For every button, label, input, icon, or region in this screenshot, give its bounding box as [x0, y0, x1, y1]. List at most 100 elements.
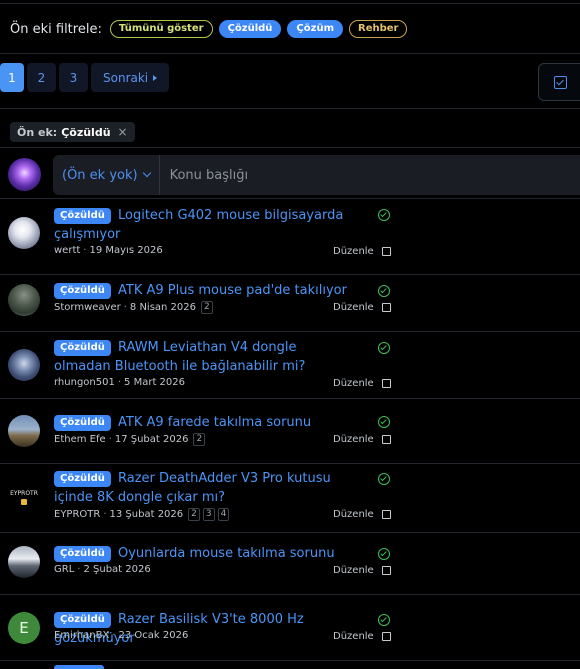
filter-chip-guide[interactable]: Rehber	[349, 20, 408, 38]
user-avatar[interactable]: E	[8, 612, 40, 644]
select-threads-button[interactable]	[538, 63, 580, 101]
thread-page-link[interactable]: 3	[202, 508, 215, 521]
filter-chip-solution[interactable]: Çözüm	[287, 20, 343, 38]
filter-chip-solved[interactable]: Çözüldü	[218, 20, 282, 38]
page-1-button[interactable]: 1	[0, 63, 24, 92]
divider	[0, 198, 580, 199]
thread-title-link[interactable]: Çözüldü Razer Basilisk V3'te 8000 Hz göz…	[54, 610, 354, 648]
divider	[0, 660, 580, 661]
current-user-avatar[interactable]	[8, 158, 41, 191]
divider	[0, 463, 580, 464]
edit-control[interactable]: Düzenle	[333, 302, 391, 313]
avatar-logo-text: EYPROTR	[10, 489, 38, 497]
thread-page-link[interactable]: 2	[193, 433, 206, 446]
thread-title-link[interactable]: Çözüldü Logitech G402 mouse bilgisayarda…	[54, 206, 354, 244]
quick-thread-composer: (Ön ek yok)	[53, 155, 580, 195]
user-avatar[interactable]	[8, 546, 40, 578]
meta-separator: ·	[123, 302, 127, 313]
thread-meta: EmirhanBX · 23 Ocak 2026	[54, 630, 188, 641]
thread-author[interactable]: GRL	[54, 564, 74, 575]
prefix-select-value: (Ön ek yok)	[62, 167, 138, 183]
thread-title-link[interactable]: Çözüldü Oyunlarda mouse takılma sorunu	[54, 544, 354, 563]
thread-date[interactable]: 17 Şubat 2026	[115, 434, 189, 445]
active-filter-value: Çözüldü	[61, 125, 111, 139]
active-filter-key: Ön ek:	[17, 125, 58, 139]
meta-separator: ·	[103, 509, 107, 520]
thread-page-link[interactable]: 2	[201, 301, 213, 314]
thread-meta: Stormweaver · 8 Nisan 2026 2	[54, 301, 213, 314]
edit-label: Düzenle	[333, 302, 374, 313]
user-avatar[interactable]	[8, 349, 40, 381]
thread-page-link[interactable]: 2	[188, 508, 200, 521]
caret-right-icon	[153, 74, 158, 81]
status-badge: Çözüldü	[54, 208, 111, 224]
crown-icon	[21, 498, 27, 505]
prefix-select[interactable]: (Ön ek yok)	[53, 155, 160, 195]
solved-check-icon	[378, 416, 390, 428]
thread-meta: GRL · 2 Şubat 2026	[54, 564, 151, 575]
select-checkbox[interactable]	[381, 303, 391, 312]
page-3-button[interactable]: 3	[59, 63, 88, 92]
divider	[0, 147, 580, 148]
select-checkbox[interactable]	[381, 632, 391, 641]
thread-date[interactable]: 19 Mayıs 2026	[89, 245, 162, 256]
thread-title-link[interactable]: Çözüldü ATK A9 Plus mouse pad'de takılıy…	[54, 281, 354, 300]
user-avatar[interactable]: EYPROTR	[8, 481, 40, 513]
thread-page-link[interactable]: 4	[217, 508, 230, 521]
select-checkbox[interactable]	[381, 247, 391, 256]
thread-author[interactable]: Ethem Efe	[54, 434, 106, 445]
user-avatar[interactable]	[8, 217, 40, 249]
solved-check-icon	[378, 285, 390, 297]
select-checkbox[interactable]	[381, 379, 391, 388]
thread-date[interactable]: 8 Nisan 2026	[130, 302, 196, 313]
edit-control[interactable]: Düzenle	[333, 631, 391, 642]
meta-separator: ·	[117, 377, 122, 388]
solved-check-icon	[378, 473, 390, 485]
solved-check-icon	[378, 209, 390, 221]
thread-author[interactable]: EmirhanBX	[54, 630, 109, 641]
thread-date[interactable]: 13 Şubat 2026	[110, 509, 184, 520]
solved-check-icon	[378, 548, 390, 560]
divider	[0, 331, 580, 332]
edit-control[interactable]: Düzenle	[333, 565, 391, 576]
status-badge: Çözüldü	[54, 283, 111, 299]
meta-separator: ·	[83, 245, 87, 256]
select-checkbox[interactable]	[381, 435, 391, 444]
thread-date[interactable]: 2 Şubat 2026	[83, 564, 150, 575]
edit-control[interactable]: Düzenle	[333, 246, 391, 257]
next-page-label: Sonraki	[103, 70, 149, 85]
thread-author[interactable]: Stormweaver	[54, 302, 121, 313]
meta-separator: ·	[112, 630, 116, 641]
thread-title-link[interactable]: Çözüldü RAWM Leviathan V4 dongle olmadan…	[54, 338, 354, 376]
thread-author[interactable]: wertt	[54, 245, 80, 256]
next-page-button[interactable]: Sonraki	[91, 63, 170, 92]
meta-separator: ·	[108, 434, 112, 445]
divider	[0, 594, 580, 595]
thread-author[interactable]: rhungon501	[54, 377, 115, 388]
edit-control[interactable]: Düzenle	[333, 378, 391, 389]
thread-title-link[interactable]: Çözüldü Razer DeathAdder V3 Pro kutusu i…	[54, 469, 354, 507]
active-filter-tag[interactable]: Ön ek: Çözüldü ×	[10, 122, 135, 142]
edit-control[interactable]: Düzenle	[333, 509, 391, 520]
select-checkbox[interactable]	[381, 510, 391, 519]
thread-date[interactable]: 5 Mart 2026	[124, 377, 185, 388]
thread-title-input[interactable]	[159, 167, 540, 183]
checkbox-check-icon	[554, 76, 567, 89]
edit-control[interactable]: Düzenle	[333, 434, 391, 445]
page-2-button[interactable]: 2	[27, 63, 56, 92]
divider	[0, 108, 580, 109]
prefix-filter-bar: Ön eki filtrele: Tümünü göster Çözüldü Ç…	[10, 18, 408, 40]
thread-author[interactable]: EYPROTR	[54, 509, 100, 520]
status-badge: Çözüldü	[54, 612, 111, 628]
user-avatar[interactable]	[8, 415, 40, 447]
status-badge: Çözüldü	[54, 471, 111, 487]
thread-title-link[interactable]: Çözüldü ATK A9 farede takılma sorunu	[54, 413, 354, 432]
user-avatar[interactable]	[8, 284, 40, 316]
thread-title: ATK A9 farede takılma sorunu	[118, 415, 312, 430]
thread-date[interactable]: 23 Ocak 2026	[118, 630, 188, 641]
edit-label: Düzenle	[333, 565, 374, 576]
select-checkbox[interactable]	[381, 566, 391, 575]
filter-chip-show-all[interactable]: Tümünü göster	[109, 20, 213, 38]
thread-meta: rhungon501 · 5 Mart 2026	[54, 377, 185, 388]
remove-filter-icon[interactable]: ×	[118, 125, 128, 139]
